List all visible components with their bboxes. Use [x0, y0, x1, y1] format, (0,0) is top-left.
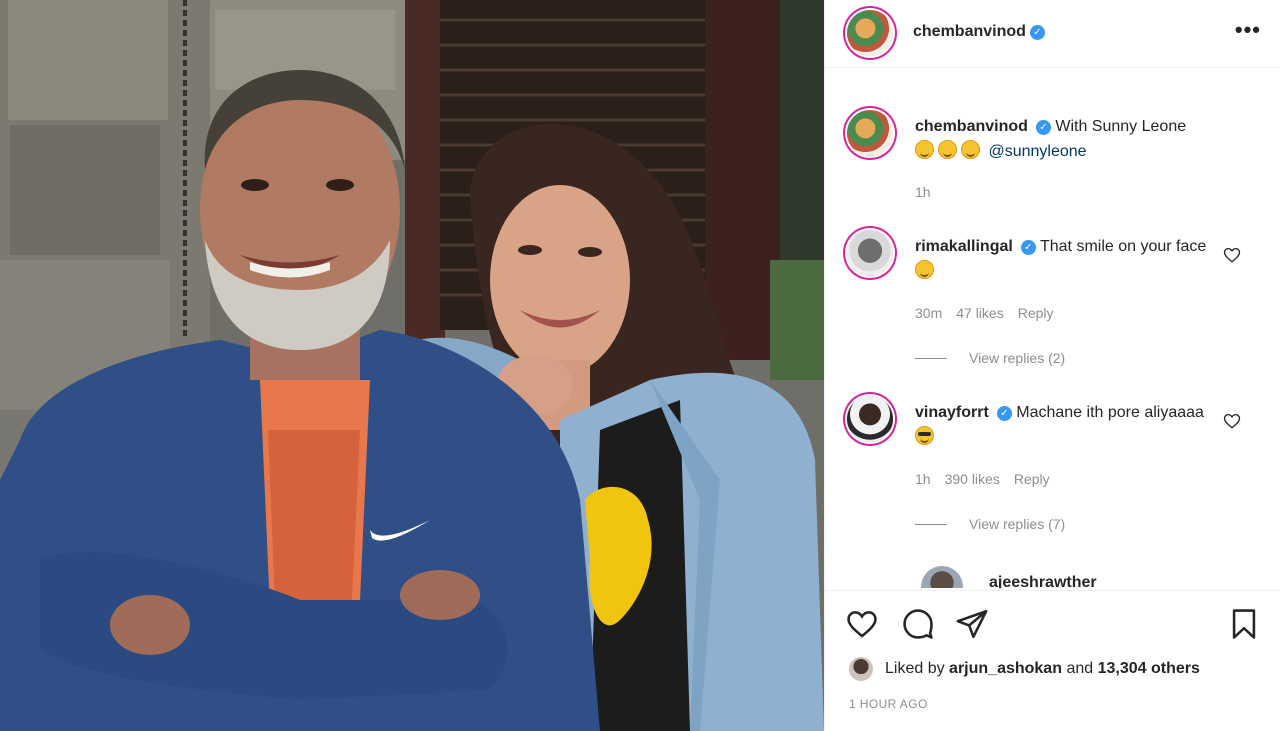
verified-badge-icon: ✓	[1035, 120, 1051, 135]
comment-text: ajeeshrawther	[989, 570, 1280, 588]
comment-likes[interactable]: 47 likes	[956, 305, 1003, 321]
divider-line	[915, 358, 947, 359]
commenter-username[interactable]: rimakallingal	[915, 238, 1013, 255]
comment-like-heart-icon[interactable]	[1223, 246, 1241, 264]
reply-button[interactable]: Reply	[1018, 305, 1054, 321]
heart-eyes-emoji-icon	[915, 260, 934, 279]
caption-username[interactable]: chembanvinod	[915, 118, 1028, 135]
view-replies-button[interactable]: View replies (7)	[915, 516, 1065, 532]
view-replies-label: View replies (2)	[969, 350, 1066, 366]
caption-meta: 1h	[915, 184, 945, 200]
comment-time: 1h	[915, 471, 931, 487]
caption-time: 1h	[915, 184, 931, 200]
liked-by-others[interactable]: 13,304 others	[1098, 660, 1200, 678]
mention-link[interactable]: @sunnyleone	[988, 143, 1086, 160]
post-image	[0, 0, 824, 731]
caption-body: With Sunny Leone	[1055, 118, 1187, 135]
comment-meta: 30m 47 likes Reply	[915, 305, 1068, 321]
smiling-face-emoji-icon	[938, 140, 957, 159]
comment-likes[interactable]: 390 likes	[945, 471, 1000, 487]
post-header: chembanvinod ✓ •••	[825, 0, 1280, 68]
smiling-face-emoji-icon	[961, 140, 980, 159]
commenter-avatar[interactable]	[847, 396, 893, 442]
caption-text: chembanvinod ✓ With Sunny Leone @sunnyleo…	[915, 114, 1215, 164]
liker-username[interactable]: arjun_ashokan	[949, 660, 1062, 678]
verified-badge-icon: ✓	[996, 406, 1012, 421]
view-replies-button[interactable]: View replies (2)	[915, 350, 1065, 366]
post-actions: Liked by arjun_ashokan and 13,304 others…	[825, 590, 1280, 731]
liked-by-prefix: Liked by	[885, 660, 945, 677]
heart-icon[interactable]	[845, 607, 879, 641]
share-icon[interactable]	[955, 607, 989, 641]
post-photo[interactable]	[0, 0, 824, 731]
smiling-face-emoji-icon	[915, 140, 934, 159]
commenter-avatar[interactable]	[921, 566, 963, 588]
caption-avatar[interactable]	[847, 110, 893, 156]
comment-like-heart-icon[interactable]	[1223, 412, 1241, 430]
reply-button[interactable]: Reply	[1014, 471, 1050, 487]
divider-line	[915, 524, 947, 525]
view-replies-label: View replies (7)	[969, 516, 1066, 532]
comment-meta: 1h 390 likes Reply	[915, 471, 1064, 487]
verified-badge-icon: ✓	[1020, 240, 1036, 255]
comment-text: vinayforrt ✓ Machane ith pore aliyaaaa	[915, 400, 1215, 450]
liker-avatar[interactable]	[849, 657, 873, 681]
author-avatar[interactable]	[847, 10, 893, 56]
commenter-avatar[interactable]	[847, 230, 893, 276]
comment-icon[interactable]	[901, 607, 935, 641]
liked-by-row: Liked by arjun_ashokan and 13,304 others	[849, 657, 1200, 681]
comments-list[interactable]: chembanvinod ✓ With Sunny Leone @sunnyleo…	[825, 68, 1280, 588]
post-timestamp: 1 HOUR AGO	[849, 697, 928, 711]
liked-by-connector: and	[1066, 660, 1094, 677]
comment-body: Machane ith pore aliyaaaa	[1016, 404, 1204, 421]
sunglasses-emoji-icon	[915, 426, 934, 445]
author-username[interactable]: chembanvinod	[913, 23, 1026, 40]
verified-badge-icon: ✓	[1029, 25, 1045, 40]
commenter-username[interactable]: ajeeshrawther	[989, 574, 1097, 588]
comment-text: rimakallingal ✓ That smile on your face	[915, 234, 1215, 284]
bookmark-icon[interactable]	[1227, 607, 1261, 641]
post-sidebar: chembanvinod ✓ ••• chembanvinod ✓ With Sun…	[824, 0, 1280, 731]
author-name-row: chembanvinod ✓	[913, 23, 1045, 41]
comment-time: 30m	[915, 305, 943, 321]
commenter-username[interactable]: vinayforrt	[915, 404, 989, 421]
comment-body: That smile on your face	[1039, 238, 1207, 255]
more-options-icon[interactable]: •••	[1235, 19, 1261, 41]
